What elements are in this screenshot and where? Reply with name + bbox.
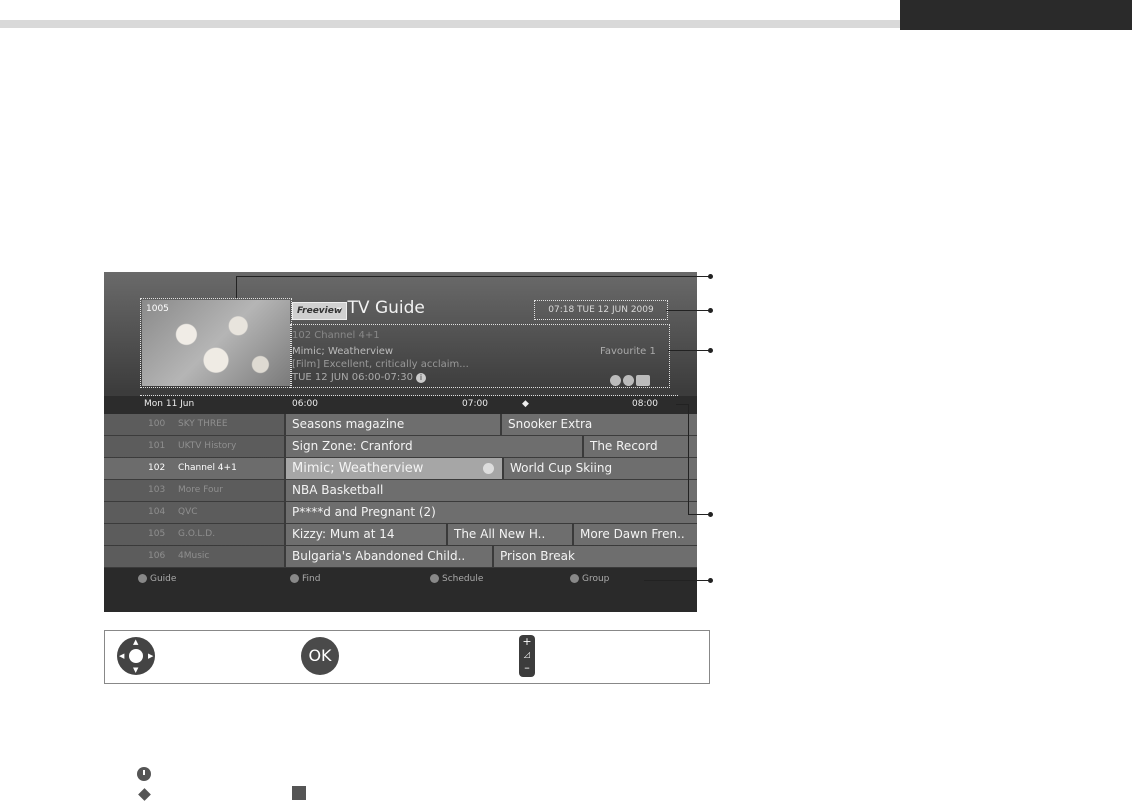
callout-line-timeline-h <box>688 514 710 515</box>
button-label: Group <box>582 574 610 584</box>
callout-line-datetime <box>666 310 710 311</box>
green-button-find[interactable]: Find <box>290 574 320 584</box>
channel-number: 105 <box>148 529 166 539</box>
memo-icon <box>292 786 306 800</box>
button-label: Find <box>302 574 321 584</box>
programme-cell[interactable]: P****d and Pregnant (2) <box>284 502 697 523</box>
programme-cell[interactable]: More Dawn Fren.. <box>572 524 697 545</box>
grid-row: 100 SKY THREE Seasons magazine Snooker Ex… <box>104 414 697 436</box>
programme-cell[interactable]: Sign Zone: Cranford <box>284 436 582 457</box>
callout-line-preview-drop <box>236 276 237 298</box>
programme-cell[interactable]: Kizzy: Mum at 14 <box>284 524 446 545</box>
callout-dot <box>708 274 713 279</box>
channel-name: QVC <box>178 507 198 517</box>
preview-callout-box <box>140 298 292 388</box>
channel-label[interactable]: 101 UKTV History <box>104 436 284 457</box>
channel-name: 4Music <box>178 551 210 561</box>
channel-number: 103 <box>148 485 166 495</box>
info-callout-box <box>290 324 670 388</box>
timeline-bar: Mon 11 Jun 06:00 07:00 08:00 ◆ <box>104 396 697 414</box>
remote-keys-panel: ▲ ▼ ◀ ▶ OK + ◿ – <box>104 630 710 684</box>
callout-line-preview <box>236 276 710 277</box>
vol-plus: + <box>522 635 532 648</box>
programme-cell[interactable]: Snooker Extra <box>500 414 697 435</box>
grid-row: 103 More Four NBA Basketball <box>104 480 697 502</box>
callout-dot <box>708 308 713 313</box>
guide-title: - TV Guide <box>336 298 425 318</box>
channel-number: 102 <box>148 463 166 473</box>
channel-label-selected[interactable]: 102 Channel 4+1 <box>104 458 284 479</box>
channel-label[interactable]: 104 QVC <box>104 502 284 523</box>
timeline-date: Mon 11 Jun <box>144 399 195 409</box>
channel-number: 100 <box>148 419 166 429</box>
current-time-marker: ◆ <box>522 399 529 409</box>
grid-row: 104 QVC P****d and Pregnant (2) <box>104 502 697 524</box>
callout-line-info <box>668 350 710 351</box>
channel-number: 101 <box>148 441 166 451</box>
channel-name: More Four <box>178 485 223 495</box>
volume-rocker-icon: + ◿ – <box>519 635 535 677</box>
red-button-guide[interactable]: Guide <box>138 574 176 584</box>
timeline-0700: 07:00 <box>462 399 488 409</box>
channel-name: Channel 4+1 <box>178 463 237 473</box>
channel-name: UKTV History <box>178 441 237 451</box>
programme-cell[interactable]: Prison Break <box>492 546 697 567</box>
channel-name: G.O.L.D. <box>178 529 216 539</box>
grid-row: 106 4Music Bulgaria's Abandoned Child.. P… <box>104 546 697 568</box>
callout-line-timeline <box>676 404 688 405</box>
channel-label[interactable]: 100 SKY THREE <box>104 414 284 435</box>
programme-cell[interactable]: The Record <box>582 436 697 457</box>
programme-cell-highlighted[interactable]: Mimic; Weatherview <box>284 458 502 479</box>
datetime-callout-box <box>534 300 668 320</box>
programme-cell[interactable]: The All New H.. <box>446 524 572 545</box>
yellow-button-schedule[interactable]: Schedule <box>430 574 483 584</box>
current-time-diamond-icon <box>138 788 151 801</box>
reminder-clock-icon <box>137 767 151 781</box>
ok-button-icon: OK <box>301 637 339 675</box>
channel-name: SKY THREE <box>178 419 228 429</box>
navigation-dpad-icon: ▲ ▼ ◀ ▶ <box>117 637 155 675</box>
channel-label[interactable]: 106 4Music <box>104 546 284 567</box>
programme-cell[interactable]: Seasons magazine <box>284 414 500 435</box>
callout-dot <box>708 578 713 583</box>
callout-dot <box>708 512 713 517</box>
channel-grid: 100 SKY THREE Seasons magazine Snooker Ex… <box>104 414 697 568</box>
grid-row: 101 UKTV History Sign Zone: Cranford The … <box>104 436 697 458</box>
button-label: Guide <box>150 574 177 584</box>
grid-row: 105 G.O.L.D. Kizzy: Mum at 14 The All New… <box>104 524 697 546</box>
programme-title: Mimic; Weatherview <box>292 461 424 476</box>
vol-glyph: ◿ <box>523 650 531 659</box>
header-tab-block <box>900 0 1132 30</box>
vol-minus: – <box>524 661 530 674</box>
header-bar <box>0 20 900 28</box>
channel-label[interactable]: 103 More Four <box>104 480 284 501</box>
reminder-clock-icon <box>483 463 494 474</box>
timeline-0600: 06:00 <box>292 399 318 409</box>
callout-dot <box>708 348 713 353</box>
programme-cell[interactable]: World Cup Skiing <box>502 458 697 479</box>
timeline-0800: 08:00 <box>632 399 658 409</box>
channel-label[interactable]: 105 G.O.L.D. <box>104 524 284 545</box>
channel-number: 106 <box>148 551 166 561</box>
programme-cell[interactable]: Bulgaria's Abandoned Child.. <box>284 546 492 567</box>
tv-guide-screen: 1005 Freeview - TV Guide 07:18 TUE 12 JU… <box>104 272 697 612</box>
callout-line-timeline-v <box>688 404 689 514</box>
callout-line-buttons <box>644 580 710 581</box>
programme-cell[interactable]: NBA Basketball <box>284 480 697 501</box>
blue-button-group[interactable]: Group <box>570 574 609 584</box>
channel-number: 104 <box>148 507 166 517</box>
button-label: Schedule <box>442 574 484 584</box>
grid-row-selected: 102 Channel 4+1 Mimic; Weatherview World … <box>104 458 697 480</box>
